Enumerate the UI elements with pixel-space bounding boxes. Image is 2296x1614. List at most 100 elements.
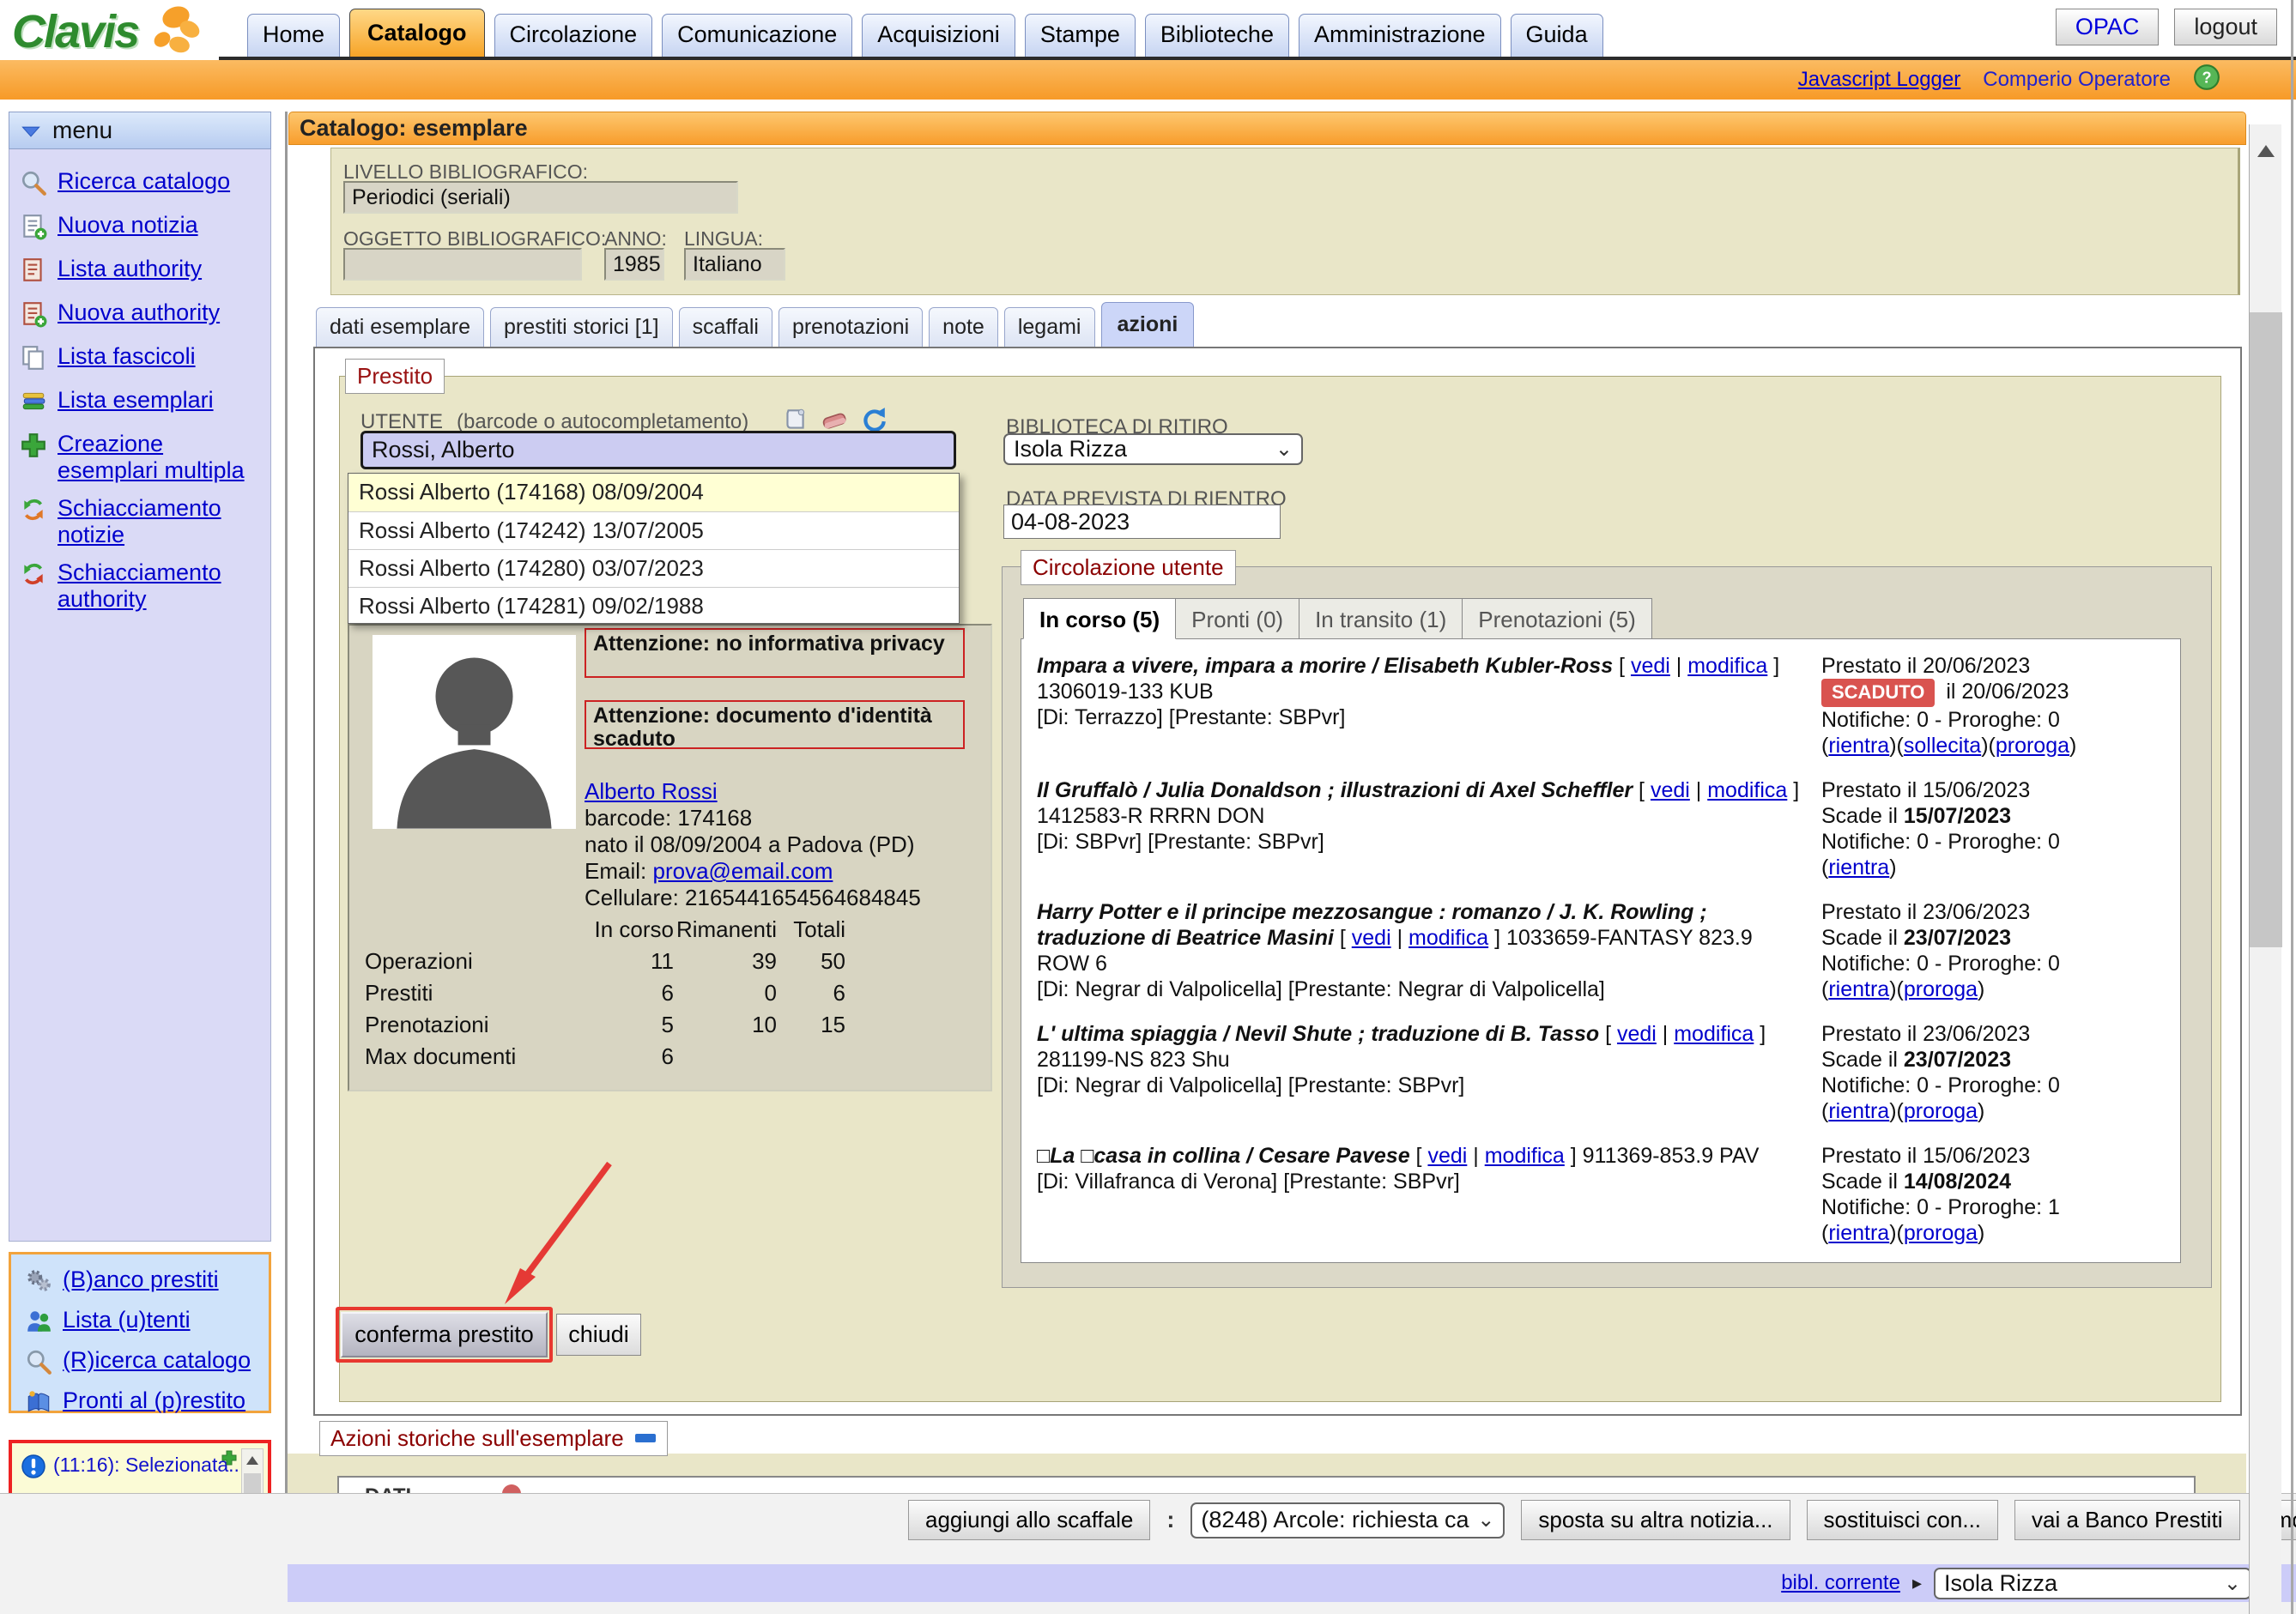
sidebar-item[interactable]: Schiacciamento notizie	[9, 490, 270, 554]
sidebar-item[interactable]: Nuova notizia	[9, 207, 270, 251]
nav-tab-biblioteche[interactable]: Biblioteche	[1145, 14, 1289, 57]
quick-link-item[interactable]: Lista (u)tenti	[20, 1303, 269, 1344]
quick-link-item[interactable]: Pronti al (p)restito	[20, 1384, 269, 1424]
logout-button[interactable]: logout	[2174, 9, 2277, 45]
user-born: nato il 08/09/2004 a Padova (PD)	[585, 831, 921, 858]
biblioteca-ritiro-value: Isola Rizza	[1014, 436, 1127, 462]
tab-scaffali[interactable]: scaffali	[679, 307, 772, 348]
sidebar-item-label: Ricerca catalogo	[58, 168, 230, 195]
tab-legami[interactable]: legami	[1004, 307, 1095, 348]
sidebar-menu-header[interactable]: menu	[9, 112, 271, 149]
current-library-select[interactable]: Isola Rizza ⌄	[1934, 1568, 2251, 1599]
nav-tab-acquisizioni[interactable]: Acquisizioni	[862, 14, 1015, 57]
page-scroll-thumb[interactable]	[2250, 312, 2282, 947]
javascript-logger-link[interactable]: Javascript Logger	[1798, 68, 1960, 92]
nav-tab-home[interactable]: Home	[247, 14, 340, 57]
sidebar-item-label: Schiacciamento notizie	[58, 495, 267, 548]
modifica-link[interactable]: modifica	[1707, 778, 1787, 802]
data-rientro-input[interactable]: 04-08-2023	[1003, 505, 1281, 539]
banco-prestiti-button[interactable]: vai a Banco Prestiti	[2014, 1500, 2240, 1540]
sidebar-item[interactable]: Lista authority	[9, 251, 270, 294]
sidebar-item[interactable]: Lista esemplari	[9, 382, 270, 426]
proroga-link[interactable]: proroga	[1904, 1099, 1978, 1123]
circ-tab-in-corso-5-[interactable]: In corso (5)	[1023, 598, 1176, 639]
rientra-link[interactable]: rientra	[1828, 855, 1889, 880]
chevron-down-icon: ⌄	[1477, 1508, 1494, 1532]
svg-text:?: ?	[2202, 69, 2211, 86]
sidebar-item[interactable]: Ricerca catalogo	[9, 163, 270, 207]
users-icon	[25, 1308, 56, 1339]
page-title: Catalogo: esemplare	[300, 115, 528, 142]
tab-note[interactable]: note	[929, 307, 998, 348]
rientra-link[interactable]: rientra	[1828, 977, 1889, 1001]
rientra-link[interactable]: rientra	[1828, 734, 1889, 758]
utente-input[interactable]: Rossi, Alberto	[360, 431, 956, 469]
circ-tab-prenotazioni-5-[interactable]: Prenotazioni (5)	[1463, 598, 1652, 639]
nav-tab-circolazione[interactable]: Circolazione	[494, 14, 653, 57]
vedi-link[interactable]: vedi	[1427, 1144, 1467, 1168]
vedi-link[interactable]: vedi	[1631, 654, 1670, 678]
sollecita-link[interactable]: sollecita	[1904, 734, 1981, 758]
nav-tab-comunicazione[interactable]: Comunicazione	[662, 14, 852, 57]
circ-tab-pronti-0-[interactable]: Pronti (0)	[1176, 598, 1299, 639]
nav-tab-stampe[interactable]: Stampe	[1025, 14, 1136, 57]
vedi-link[interactable]: vedi	[1651, 778, 1690, 802]
sposta-notizia-button[interactable]: sposta su altra notizia...	[1521, 1500, 1790, 1540]
scroll-up-icon[interactable]	[2257, 145, 2275, 157]
proroga-link[interactable]: proroga	[1996, 734, 2069, 758]
nav-tab-guida[interactable]: Guida	[1511, 14, 1603, 57]
sidebar-item[interactable]: Schiacciamento authority	[9, 554, 270, 619]
sidebar-item[interactable]: Lista fascicoli	[9, 338, 270, 382]
autocomplete-suggestion[interactable]: Rossi Alberto (174168) 08/09/2004	[348, 474, 959, 511]
quick-link-item[interactable]: (B)anco prestiti	[20, 1263, 269, 1303]
user-name-link[interactable]: Alberto Rossi	[585, 778, 718, 804]
biblioteca-ritiro-select[interactable]: Isola Rizza ⌄	[1003, 433, 1303, 465]
plus-small-icon[interactable]	[221, 1450, 237, 1470]
opac-button[interactable]: OPAC	[2056, 9, 2160, 45]
prestito-legend: Prestito	[345, 359, 445, 394]
privacy-warning: Attenzione: no informativa privacy	[585, 628, 965, 678]
page-scrollbar[interactable]	[2249, 124, 2281, 1614]
loan-status: Prestato il 20/06/2023SCADUTO il 20/06/2…	[1821, 653, 2165, 759]
tab-dati-esemplare[interactable]: dati esemplare	[316, 307, 484, 348]
rientra-link[interactable]: rientra	[1828, 1099, 1889, 1123]
autocomplete-suggestion[interactable]: Rossi Alberto (174280) 03/07/2023	[348, 549, 959, 587]
autocomplete-suggestion[interactable]: Rossi Alberto (174281) 09/02/1988	[348, 587, 959, 625]
proroga-link[interactable]: proroga	[1904, 1221, 1978, 1245]
menu-title: menu	[52, 117, 112, 144]
aggiungi-scaffale-button[interactable]: aggiungi allo scaffale	[908, 1500, 1150, 1540]
nav-tab-catalogo[interactable]: Catalogo	[349, 9, 485, 57]
vedi-link[interactable]: vedi	[1352, 926, 1391, 950]
bibl-corrente-link[interactable]: bibl. corrente	[1781, 1571, 1900, 1595]
tab-prenotazioni[interactable]: prenotazioni	[778, 307, 923, 348]
circ-tab-in-transito-1-[interactable]: In transito (1)	[1299, 598, 1463, 639]
modifica-link[interactable]: modifica	[1674, 1022, 1754, 1046]
quick-link-item[interactable]: (R)icerca catalogo	[20, 1344, 269, 1384]
collapse-minus-icon[interactable]	[634, 1425, 657, 1452]
oggetto-field	[343, 248, 582, 281]
loan-row: Il Gruffalò / Julia Donaldson ; illustra…	[1037, 777, 2165, 880]
modifica-link[interactable]: modifica	[1687, 654, 1767, 678]
sidebar-item[interactable]: Creazione esemplari multipla	[9, 426, 270, 490]
scroll-up-icon[interactable]	[246, 1456, 258, 1465]
loan-row: □La □casa in collina / Cesare Pavese [ v…	[1037, 1143, 2165, 1246]
help-icon[interactable]: ?	[2193, 63, 2220, 97]
stats-value: 11	[579, 946, 674, 977]
sidebar-item[interactable]: Nuova authority	[9, 294, 270, 338]
vedi-link[interactable]: vedi	[1617, 1022, 1657, 1046]
azioni-storiche-header[interactable]: Azioni storiche sull'esemplare	[319, 1421, 668, 1456]
nav-tab-amministrazione[interactable]: Amministrazione	[1299, 14, 1501, 57]
autocomplete-suggestion[interactable]: Rossi Alberto (174242) 13/07/2005	[348, 511, 959, 549]
rientra-link[interactable]: rientra	[1828, 1221, 1889, 1245]
modifica-link[interactable]: modifica	[1485, 1144, 1565, 1168]
modifica-link[interactable]: modifica	[1408, 926, 1488, 950]
user-email-link[interactable]: prova@email.com	[652, 858, 833, 884]
proroga-link[interactable]: proroga	[1904, 977, 1978, 1001]
tab-azioni[interactable]: azioni	[1101, 302, 1195, 348]
tab-prestiti-storici-[interactable]: prestiti storici [1]	[490, 307, 673, 348]
sostituisci-button[interactable]: sostituisci con...	[1807, 1500, 1999, 1540]
main-nav-tabs: HomeCatalogoCircolazioneComunicazioneAcq…	[247, 0, 1603, 57]
anno-field: 1985	[604, 248, 664, 281]
scaffale-select[interactable]: (8248) Arcole: richiesta ca ⌄	[1190, 1502, 1505, 1538]
loan-notifiche: Notifiche: 0 - Proroghe: 0	[1821, 829, 2165, 855]
